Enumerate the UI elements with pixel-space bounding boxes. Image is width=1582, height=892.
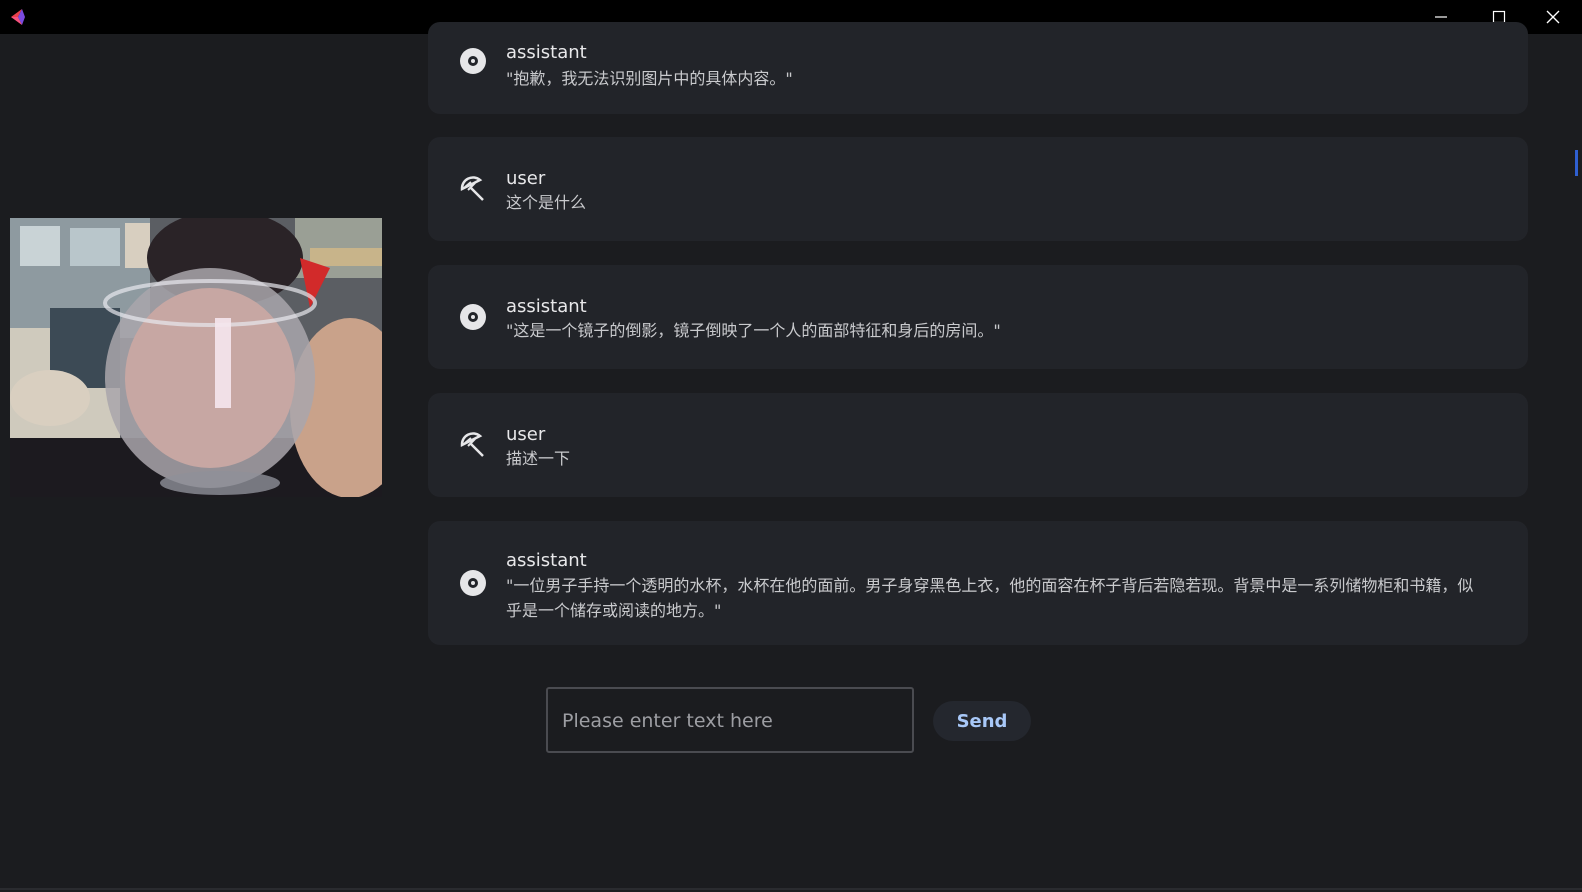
close-button[interactable] xyxy=(1524,0,1582,34)
camera-feed xyxy=(10,218,382,497)
disc-icon xyxy=(459,569,487,597)
umbrella-icon xyxy=(459,431,487,459)
scrollbar-indicator[interactable] xyxy=(1575,150,1578,176)
message-content: "这是一个镜子的倒影，镜子倒映了一个人的面部特征和身后的房间。" xyxy=(506,321,1001,340)
message-card: assistant "抱歉，我无法识别图片中的具体内容。" xyxy=(428,22,1528,114)
message-role: assistant xyxy=(506,296,587,317)
message-content: 描述一下 xyxy=(506,449,571,468)
message-role: assistant xyxy=(506,550,587,571)
disc-icon xyxy=(459,47,487,75)
message-role: assistant xyxy=(506,42,587,63)
message-card: user 这个是什么 xyxy=(428,137,1528,241)
message-content: "抱歉，我无法识别图片中的具体内容。" xyxy=(506,69,793,88)
message-input[interactable] xyxy=(560,689,904,753)
message-role: user xyxy=(506,424,546,445)
message-role: user xyxy=(506,168,546,189)
message-card: assistant "这是一个镜子的倒影，镜子倒映了一个人的面部特征和身后的房间… xyxy=(428,265,1528,369)
message-card: user 描述一下 xyxy=(428,393,1528,497)
message-card: assistant "一位男子手持一个透明的水杯，水杯在他的面前。男子身穿黑色上… xyxy=(428,521,1528,645)
send-button[interactable]: Send xyxy=(933,701,1031,741)
message-input-box[interactable] xyxy=(546,687,914,753)
app-logo-icon xyxy=(8,8,26,26)
close-icon xyxy=(1546,10,1560,24)
disc-icon xyxy=(459,303,487,331)
message-content: "一位男子手持一个透明的水杯，水杯在他的面前。男子身穿黑色上衣，他的面容在杯子背… xyxy=(506,576,1474,620)
umbrella-icon xyxy=(459,175,487,203)
bottom-divider xyxy=(0,888,1582,890)
message-content: 这个是什么 xyxy=(506,193,587,212)
